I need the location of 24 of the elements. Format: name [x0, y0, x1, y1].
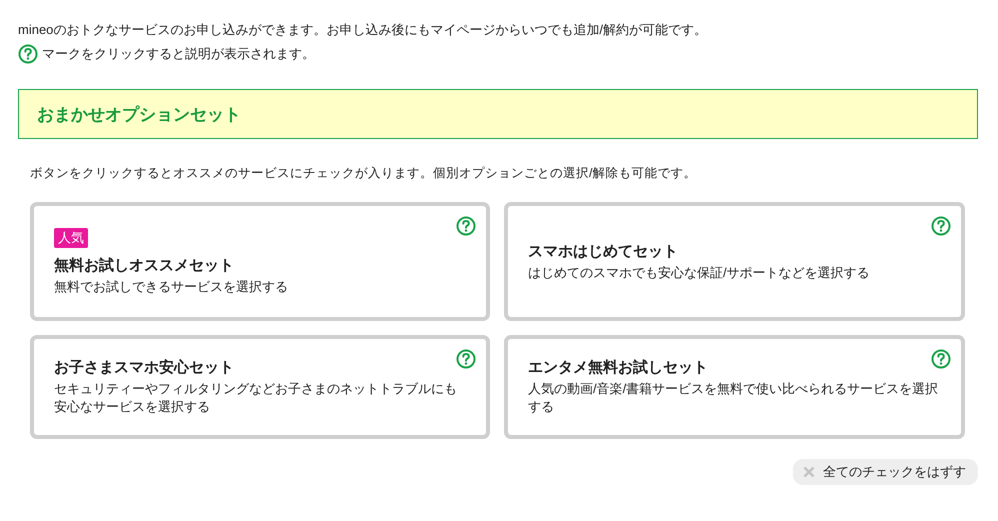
close-icon — [803, 466, 815, 478]
card-title: 無料お試しオススメセット — [54, 256, 234, 276]
card-description: 無料でお試しできるサービスを選択する — [54, 278, 288, 296]
intro-text: mineoのおトクなサービスのお申し込みができます。お申し込み後にもマイページからいつでも追加/解約が可能です。 — [18, 21, 708, 39]
help-icon[interactable] — [931, 349, 951, 369]
card-description: はじめてのスマホでも安心な保証/サポートなどを選択する — [528, 264, 870, 282]
option-set-card[interactable]: スマホはじめてセット はじめてのスマホでも安心な保証/サポートなどを選択する — [504, 202, 965, 321]
help-icon[interactable] — [456, 349, 476, 369]
help-hint-text: マークをクリックすると説明が表示されます。 — [42, 45, 315, 63]
popular-badge: 人気 — [54, 228, 88, 248]
card-title: スマホはじめてセット — [528, 242, 678, 262]
help-icon[interactable] — [931, 216, 951, 236]
card-title: エンタメ無料お試しセット — [528, 358, 708, 378]
clear-checks-button[interactable]: 全てのチェックをはずす — [793, 459, 978, 485]
section-title: おまかせオプションセット — [37, 104, 241, 126]
card-description: 人気の動画/音楽/書籍サービスを無料で使い比べられるサービスを選択する — [528, 380, 940, 416]
option-set-card[interactable]: 人気 無料お試しオススメセット 無料でお試しできるサービスを選択する — [30, 202, 490, 321]
option-set-card[interactable]: エンタメ無料お試しセット 人気の動画/音楽/書籍サービスを無料で使い比べられるサービスを選択する — [504, 335, 965, 439]
card-title: お子さまスマホ安心セット — [54, 358, 234, 378]
section-description: ボタンをクリックするとオススメのサービスにチェックが入ります。個別オプションごとの選択/解除も可能です。 — [30, 165, 698, 182]
help-icon[interactable] — [456, 216, 476, 236]
card-description: セキュリティーやフィルタリングなどお子さまのネットトラブルにも安心なサービスを選択する — [54, 380, 458, 416]
help-icon — [18, 44, 38, 64]
option-set-card[interactable]: お子さまスマホ安心セット セキュリティーやフィルタリングなどお子さまのネットトラブルにも安心なサービスを選択する — [30, 335, 490, 439]
